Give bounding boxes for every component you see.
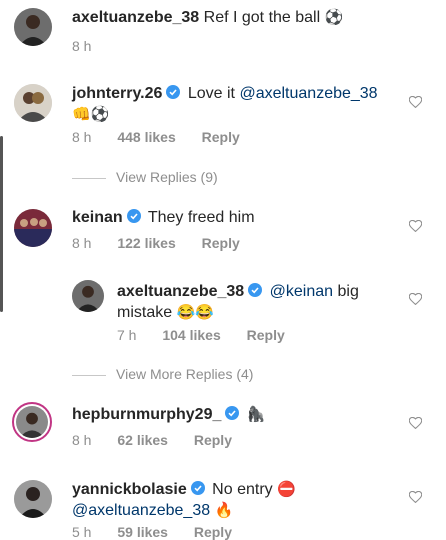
avatar[interactable] [72,280,104,312]
timestamp: 5 h [72,524,92,540]
scrollbar[interactable] [0,136,3,312]
timestamp: 8 h [72,129,92,145]
mention-link[interactable]: @axeltuanzebe_38 [239,85,377,102]
avatar[interactable] [14,8,52,46]
view-replies-link[interactable]: View Replies (9) [116,169,218,185]
likes-count[interactable]: 122 likes [117,234,175,252]
verified-badge-icon [225,406,240,420]
timestamp: 8 h [72,432,92,448]
reply-button[interactable]: Reply [247,326,285,344]
like-heart-icon[interactable] [409,293,422,305]
username[interactable]: johnterry.26 [72,85,162,102]
like-heart-icon[interactable] [409,491,422,503]
like-heart-icon[interactable] [409,220,422,232]
likes-count[interactable]: 448 likes [117,128,175,146]
reply-button[interactable]: Reply [194,431,232,449]
comment-text: Ref I got the ball [203,9,321,26]
likes-count[interactable]: 62 likes [117,431,168,449]
like-heart-icon[interactable] [409,96,422,108]
fire-emoji: 🔥 [214,502,234,519]
avatar[interactable] [12,402,52,442]
avatar[interactable] [14,209,52,247]
username[interactable]: axeltuanzebe_38 [117,283,244,300]
avatar[interactable] [14,84,52,122]
verified-badge-icon [248,283,263,297]
thread-line [72,374,106,376]
mention-link[interactable]: @axeltuanzebe_38 [72,502,210,519]
laughing-emoji: 😂😂 [176,304,214,321]
avatar[interactable] [14,480,52,518]
mention-link[interactable]: @keinan [270,283,333,300]
likes-count[interactable]: 104 likes [162,326,220,344]
comment-text: big [337,283,359,300]
fist-ball-emoji: 👊⚽ [72,106,110,123]
reply-button[interactable]: Reply [202,234,240,252]
username[interactable]: keinan [72,209,123,226]
verified-badge-icon [166,85,181,99]
likes-count[interactable]: 59 likes [117,523,168,540]
reply-button[interactable]: Reply [202,128,240,146]
username[interactable]: axeltuanzebe_38 [72,9,199,26]
view-more-replies-link[interactable]: View More Replies (4) [116,366,253,382]
verified-badge-icon [126,209,141,223]
verified-badge-icon [190,481,205,495]
reply-button[interactable]: Reply [194,523,232,540]
comments-page: axeltuanzebe_38 Ref I got the ball ⚽ 8 h… [0,0,446,540]
timestamp: 7 h [117,327,137,343]
comment-text: They freed him [147,209,255,226]
like-heart-icon[interactable] [409,417,422,429]
comment-text: mistake [117,304,173,321]
comment-text: Love it [187,85,235,102]
timestamp: 8 h [72,38,92,54]
soccer-ball-emoji: ⚽ [324,9,344,26]
username[interactable]: yannickbolasie [72,481,187,498]
username[interactable]: hepburnmurphy29_ [72,406,221,423]
no-entry-emoji: ⛔ [277,481,296,498]
timestamp: 8 h [72,235,92,251]
comment-text: No entry [212,481,273,498]
gorilla-emoji: 🦍 [246,406,266,423]
thread-line [72,177,106,179]
